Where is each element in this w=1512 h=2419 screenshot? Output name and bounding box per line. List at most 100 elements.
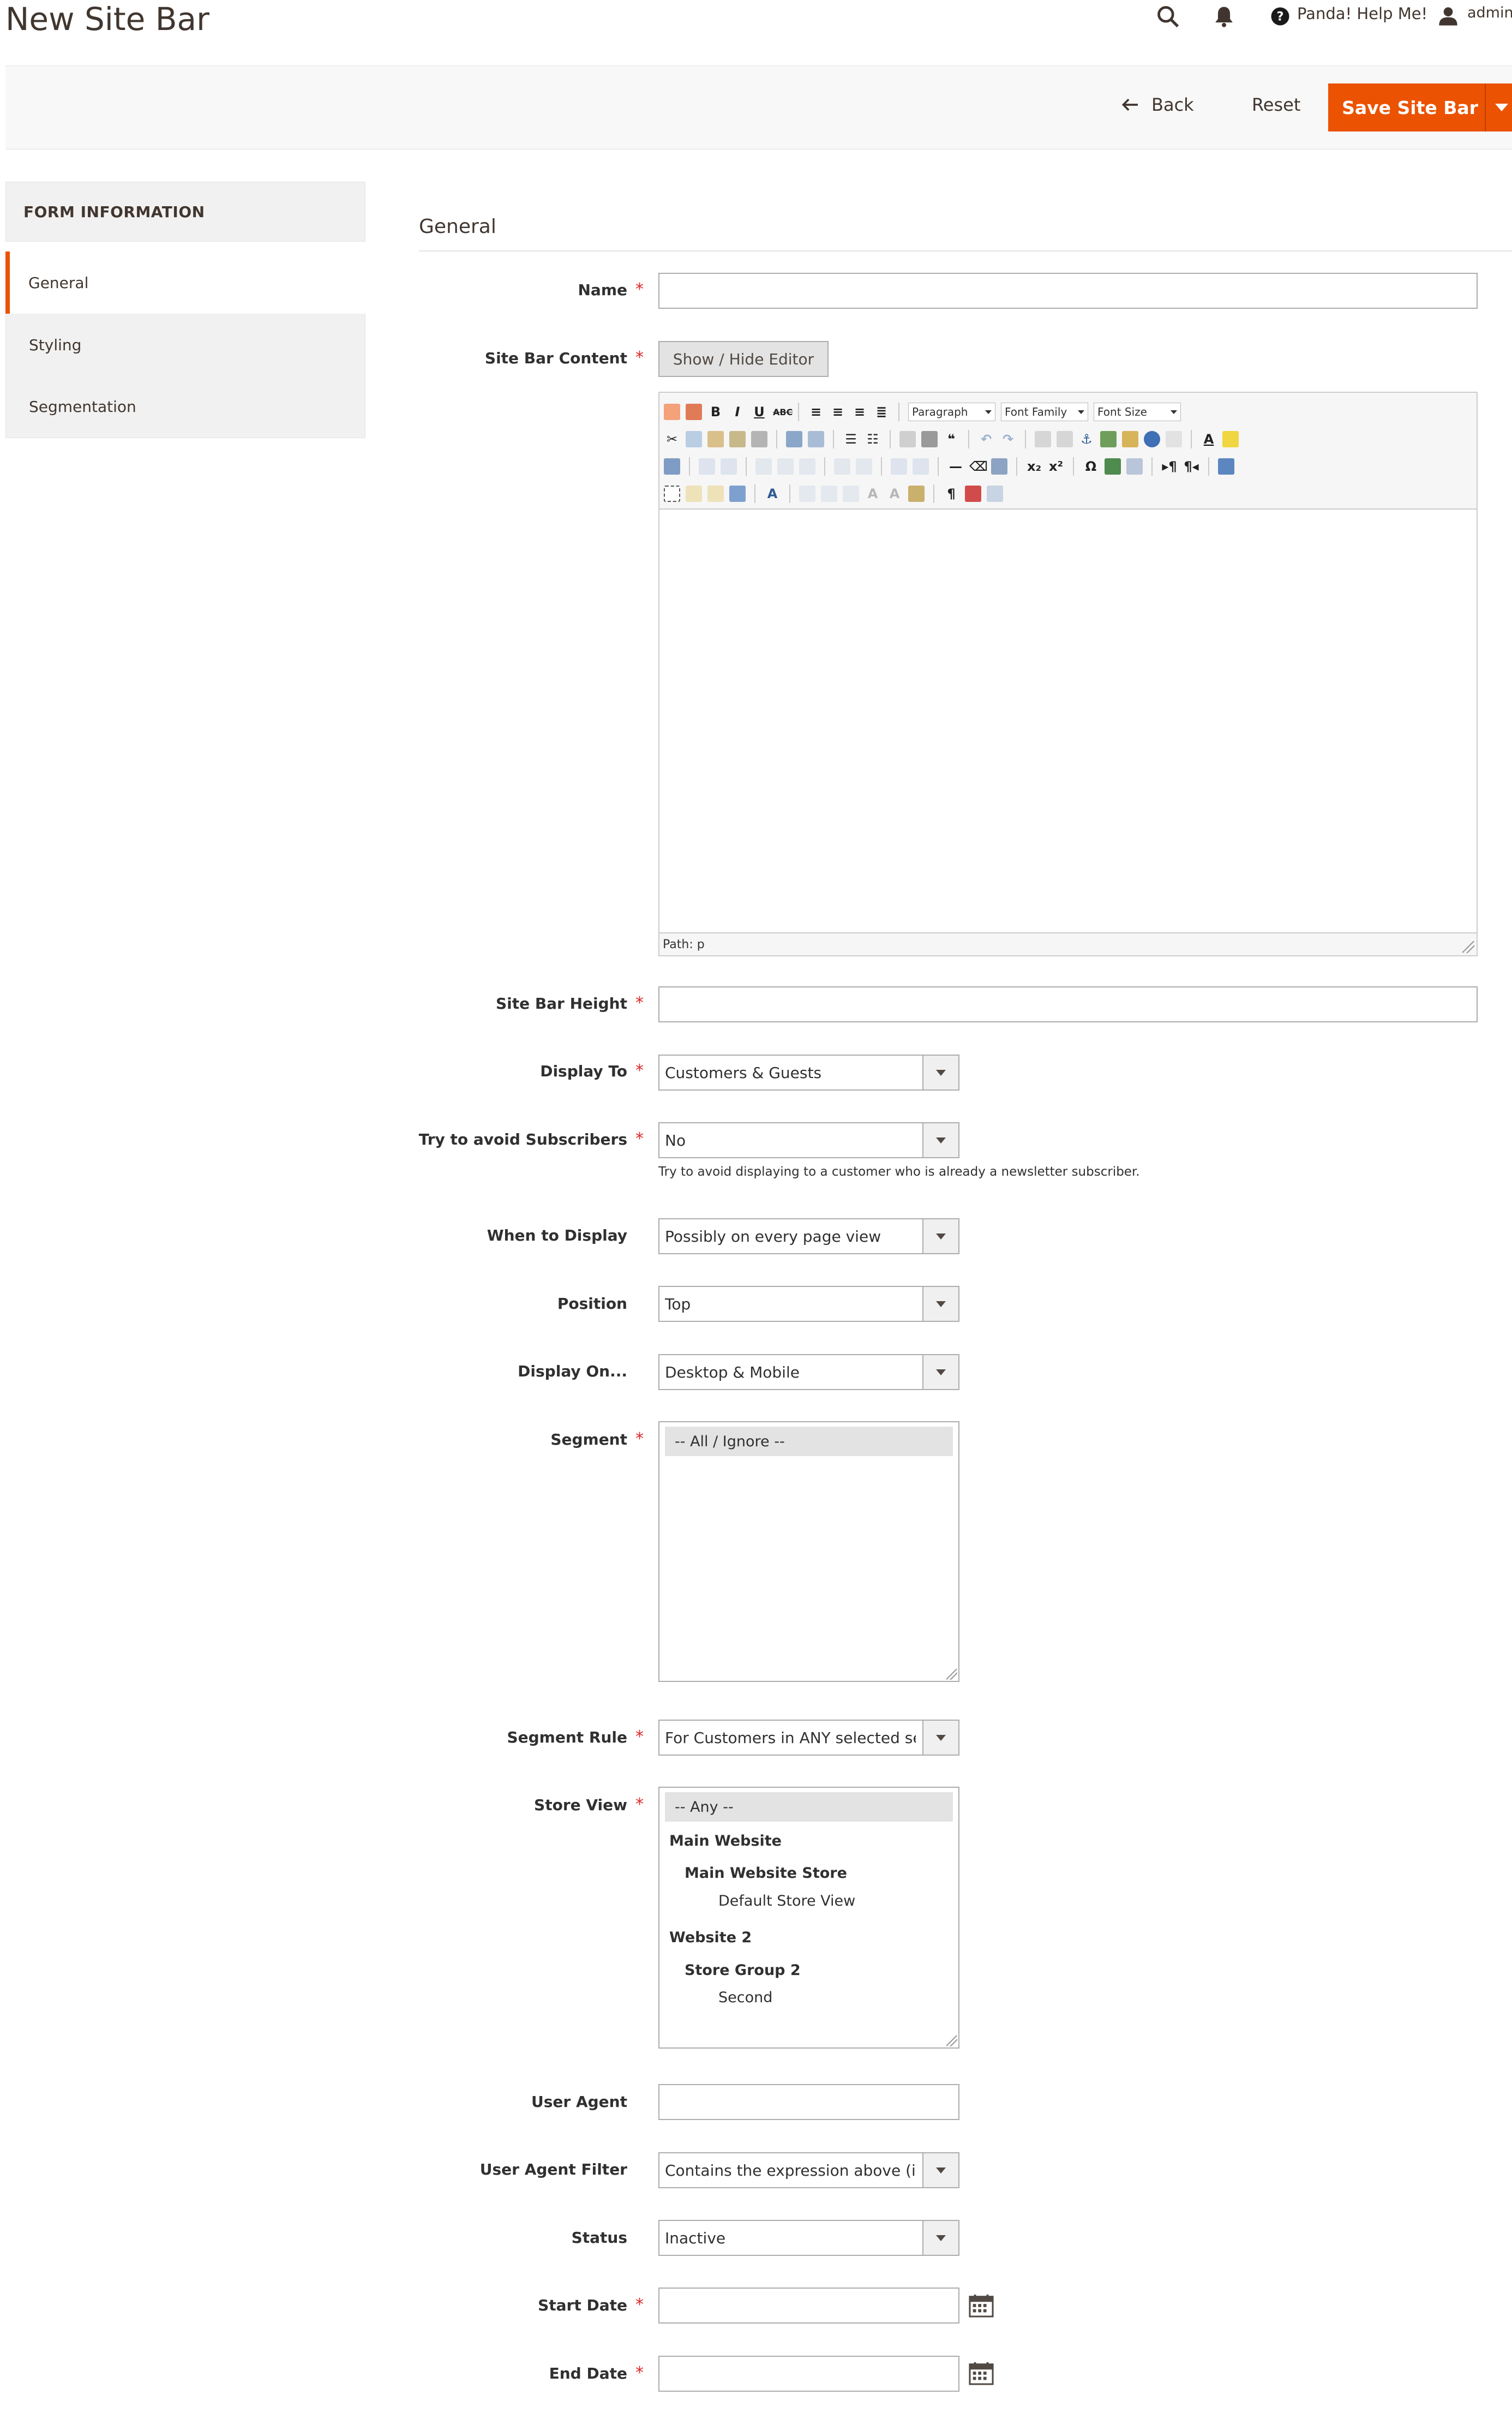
cleanup-icon[interactable]	[1122, 431, 1138, 447]
link-icon[interactable]	[1035, 431, 1051, 447]
paragraph-select[interactable]: Paragraph	[908, 403, 995, 421]
delete-col-icon[interactable]	[856, 458, 872, 475]
unlink-icon[interactable]	[1057, 431, 1073, 447]
visual-aid-icon[interactable]	[991, 458, 1007, 475]
indent-icon[interactable]	[921, 431, 938, 447]
italic-icon[interactable]: I	[729, 404, 746, 420]
horizontal-rule-icon[interactable]: —	[947, 459, 964, 474]
media-icon[interactable]	[1105, 458, 1121, 475]
bold-icon[interactable]: B	[707, 404, 724, 420]
table-icon[interactable]	[699, 458, 715, 475]
underline-icon[interactable]: U	[751, 404, 767, 420]
ltr-icon[interactable]: ▸¶	[1161, 459, 1178, 474]
paste-word-icon[interactable]	[751, 431, 767, 447]
image-icon[interactable]	[1100, 431, 1117, 447]
save-button[interactable]: Save Site Bar	[1328, 83, 1492, 131]
subscript-icon[interactable]: x₂	[1026, 459, 1042, 474]
align-center-icon[interactable]: ≡	[830, 404, 846, 420]
insert-layer-icon[interactable]	[664, 486, 680, 502]
back-button[interactable]: Back	[1121, 94, 1194, 115]
paste-text-icon[interactable]	[729, 431, 746, 447]
name-input[interactable]	[658, 273, 1478, 309]
position-select[interactable]: Top	[658, 1286, 959, 1322]
user-agent-input[interactable]	[658, 2084, 959, 2120]
styleprops-icon[interactable]	[664, 458, 680, 475]
cut-icon[interactable]: ✂	[664, 432, 680, 447]
search-icon[interactable]	[1155, 3, 1181, 29]
remove-format-icon[interactable]: ⌫	[969, 459, 988, 474]
user-icon[interactable]	[1436, 3, 1460, 29]
attribs-icon[interactable]	[908, 486, 925, 502]
rtl-icon[interactable]: ¶◂	[1183, 459, 1199, 474]
save-options-toggle[interactable]	[1485, 83, 1512, 131]
calendar-icon[interactable]	[969, 2294, 994, 2318]
display-to-select[interactable]: Customers & Guests	[658, 1055, 959, 1091]
resize-handle[interactable]	[1462, 941, 1474, 953]
toggle-editor-button[interactable]: Show / Hide Editor	[658, 341, 829, 377]
background-color-icon[interactable]	[1222, 431, 1239, 447]
insert-variable-icon[interactable]	[686, 404, 702, 420]
magento-widget-icon[interactable]	[664, 404, 680, 420]
tab-general[interactable]: General	[5, 252, 365, 314]
height-input[interactable]	[658, 986, 1478, 1022]
styles-icon[interactable]: A	[764, 486, 781, 501]
start-date-input[interactable]	[658, 2288, 959, 2324]
strikethrough-icon[interactable]: ABC	[773, 407, 793, 417]
merge-cells-icon[interactable]	[913, 458, 929, 475]
resize-handle[interactable]	[946, 2035, 957, 2046]
del-icon[interactable]: A	[865, 486, 881, 501]
cite-icon[interactable]	[799, 486, 815, 502]
segment-option-all[interactable]: -- All / Ignore --	[665, 1427, 953, 1456]
table-row-props-icon[interactable]	[721, 458, 737, 475]
store-option-default-view[interactable]: Default Store View	[718, 1893, 855, 1909]
store-option-any[interactable]: -- Any --	[665, 1792, 953, 1822]
blockquote-icon[interactable]: ❝	[943, 432, 959, 447]
move-forward-icon[interactable]	[686, 486, 702, 502]
move-backward-icon[interactable]	[707, 486, 724, 502]
font-family-select[interactable]: Font Family	[1001, 403, 1088, 421]
replace-icon[interactable]	[808, 431, 824, 447]
outdent-icon[interactable]	[899, 431, 916, 447]
bullet-list-icon[interactable]: ☰	[843, 432, 859, 447]
align-left-icon[interactable]: ≡	[808, 404, 824, 420]
help-editor-icon[interactable]	[1144, 431, 1160, 447]
calendar-icon[interactable]	[969, 2361, 994, 2385]
end-date-input[interactable]	[658, 2356, 959, 2392]
text-color-icon[interactable]: A	[1201, 432, 1217, 447]
html-source-icon[interactable]	[1166, 431, 1182, 447]
delete-row-icon[interactable]	[799, 458, 815, 475]
undo-icon[interactable]: ↶	[978, 432, 994, 447]
store-option-second[interactable]: Second	[718, 1989, 772, 2006]
show-blocks-icon[interactable]: ¶	[943, 486, 959, 501]
special-char-icon[interactable]: Ω	[1083, 459, 1099, 474]
when-to-display-select[interactable]: Possibly on every page view	[658, 1218, 959, 1254]
copy-icon[interactable]	[686, 431, 702, 447]
font-size-select[interactable]: Font Size	[1094, 403, 1181, 421]
align-right-icon[interactable]: ≡	[851, 404, 868, 420]
anchor-icon[interactable]: ⚓	[1078, 432, 1095, 447]
advanced-hr-icon[interactable]	[1126, 458, 1143, 475]
user-menu[interactable]: admin	[1467, 4, 1512, 21]
table-cell-props-icon[interactable]	[755, 458, 772, 475]
page-break-icon[interactable]	[987, 486, 1003, 502]
abbr-icon[interactable]	[821, 486, 837, 502]
superscript-icon[interactable]: x²	[1048, 459, 1064, 474]
help-link[interactable]: Panda! Help Me!	[1297, 4, 1427, 23]
bell-icon[interactable]	[1212, 3, 1236, 29]
status-select[interactable]: Inactive	[658, 2220, 959, 2256]
segment-multiselect[interactable]: -- All / Ignore --	[658, 1421, 959, 1682]
ins-icon[interactable]: A	[886, 486, 903, 501]
acronym-icon[interactable]	[843, 486, 859, 502]
display-on-select[interactable]: Desktop & Mobile	[658, 1354, 959, 1390]
insert-col-icon[interactable]	[834, 458, 850, 475]
resize-handle[interactable]	[946, 1669, 957, 1680]
fullscreen-icon[interactable]	[1218, 458, 1234, 475]
find-icon[interactable]	[786, 431, 802, 447]
align-justify-icon[interactable]: ≣	[873, 404, 890, 420]
absolute-icon[interactable]	[729, 486, 746, 502]
store-view-multiselect[interactable]: -- Any -- Main Website Main Website Stor…	[658, 1787, 959, 2049]
insert-row-icon[interactable]	[777, 458, 794, 475]
template-icon[interactable]	[965, 486, 981, 502]
segment-rule-select[interactable]: For Customers in ANY selected seg	[658, 1720, 959, 1756]
split-cells-icon[interactable]	[891, 458, 907, 475]
